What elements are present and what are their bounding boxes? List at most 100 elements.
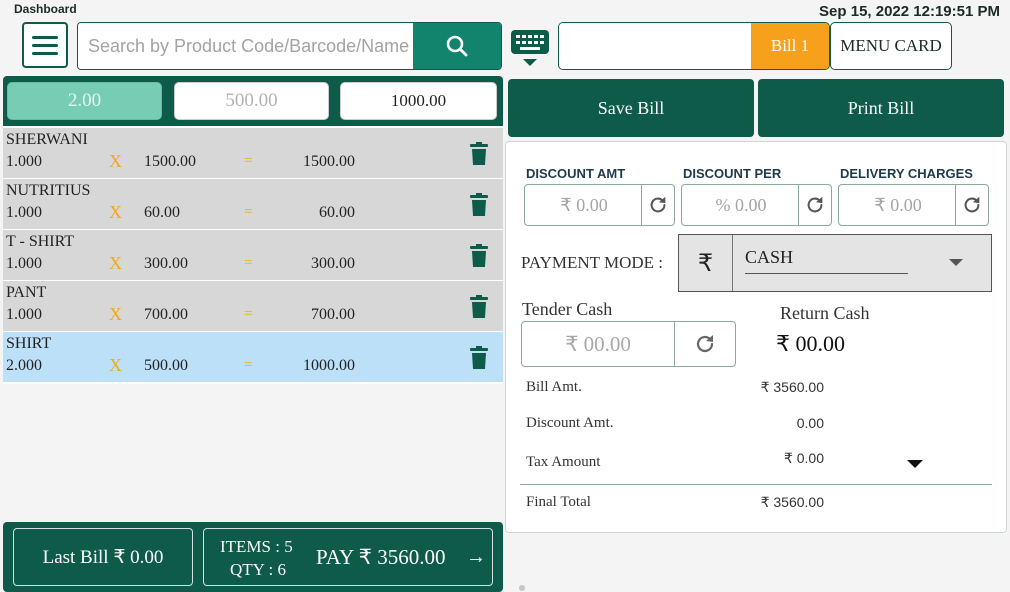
tax-amount-label: Tax Amount — [526, 454, 601, 470]
equals-sign: = — [244, 306, 253, 322]
item-name: NUTRITIUS — [6, 182, 91, 199]
item-name: SHERWANI — [6, 131, 88, 148]
item-price: 1500.00 — [144, 153, 196, 170]
delivery-charges-label: DELIVERY CHARGES — [840, 166, 973, 181]
bill-name-input[interactable] — [559, 23, 751, 69]
items-count: ITEMS : 5 — [220, 537, 293, 556]
item-quantity: 1.000 — [6, 306, 42, 323]
item-price: 300.00 — [144, 255, 188, 272]
tender-cash-label: Tender Cash — [522, 299, 613, 319]
item-quantity: 2.000 — [6, 357, 42, 374]
print-bill-button[interactable]: Print Bill — [758, 79, 1004, 137]
pay-button[interactable]: ITEMS : 5 QTY : 6 PAY ₹ 3560.00 → — [203, 528, 493, 586]
payment-mode-select[interactable]: ₹ CASH — [678, 234, 992, 292]
checkout-bar: Last Bill ₹ 0.00 ITEMS : 5 QTY : 6 PAY ₹… — [3, 522, 503, 592]
search-icon — [446, 35, 468, 57]
delete-item-icon[interactable] — [468, 193, 490, 217]
item-name: SHIRT — [6, 335, 52, 352]
cart-item-row[interactable]: SHERWANI 1.000 X 1500.00 = 1500.00 — [3, 128, 503, 178]
quick-amount-bar: 2.00 500.00 1000.00 — [3, 76, 503, 126]
refresh-button[interactable] — [674, 322, 735, 366]
refresh-button[interactable] — [641, 185, 674, 225]
discount-amt-field[interactable]: ₹ 0.00 — [524, 184, 675, 226]
payment-mode-label: PAYMENT MODE : — [521, 253, 664, 272]
bill-amt-label: Bill Amt. — [526, 379, 582, 395]
quick-amount-button[interactable]: 2.00 — [7, 82, 162, 120]
equals-sign: = — [244, 204, 253, 220]
discount-per-value[interactable]: % 0.00 — [682, 185, 800, 225]
bill-selector: Bill 1 — [558, 22, 830, 70]
refresh-icon — [807, 196, 823, 213]
item-name: PANT — [6, 284, 47, 301]
refresh-icon — [964, 196, 980, 213]
discount-amt-summary-label: Discount Amt. — [526, 415, 614, 431]
refresh-button[interactable] — [955, 185, 988, 225]
discount-per-field[interactable]: % 0.00 — [681, 184, 832, 226]
equals-sign: = — [244, 357, 253, 373]
equals-sign: = — [244, 153, 253, 169]
item-total: 300.00 — [311, 255, 355, 272]
chevron-down-icon[interactable] — [907, 460, 923, 468]
keyboard-icon — [511, 30, 549, 66]
discount-amt-value[interactable]: ₹ 0.00 — [525, 185, 643, 225]
hamburger-icon — [32, 35, 58, 39]
item-name: T - SHIRT — [6, 233, 75, 250]
delete-item-icon[interactable] — [468, 295, 490, 319]
cart-item-row[interactable]: NUTRITIUS 1.000 X 60.00 = 60.00 — [3, 179, 503, 229]
refresh-icon — [696, 335, 714, 353]
delete-item-icon[interactable] — [468, 142, 490, 166]
cart-item-row[interactable]: SHIRT 2.000 X 500.00 = 1000.00 — [3, 332, 503, 382]
multiply-sign: X — [109, 304, 122, 324]
search-bar — [77, 22, 502, 70]
last-bill-button[interactable]: Last Bill ₹ 0.00 — [13, 528, 193, 586]
multiply-sign: X — [109, 151, 122, 171]
cart-item-row[interactable]: T - SHIRT 1.000 X 300.00 = 300.00 — [3, 230, 503, 280]
scroll-indicator — [519, 585, 525, 591]
payment-panel: DISCOUNT AMT DISCOUNT PER DELIVERY CHARG… — [505, 141, 1007, 533]
multiply-sign: X — [109, 202, 122, 222]
quick-amount-button[interactable]: 500.00 — [174, 82, 329, 120]
item-quantity: 1.000 — [6, 255, 42, 272]
item-total: 60.00 — [319, 204, 355, 221]
final-total-value: ₹ 3560.00 — [760, 494, 824, 510]
cart-item-row[interactable]: PANT 1.000 X 700.00 = 700.00 — [3, 281, 503, 331]
tender-cash-field[interactable]: ₹ 00.00 — [521, 321, 736, 367]
qty-count: QTY : 6 — [230, 560, 287, 579]
delivery-charges-field[interactable]: ₹ 0.00 — [838, 184, 989, 226]
equals-sign: = — [244, 255, 253, 271]
save-bill-button[interactable]: Save Bill — [508, 79, 754, 137]
return-cash-label: Return Cash — [780, 303, 870, 323]
discount-amt-summary-value: 0.00 — [796, 415, 824, 431]
item-total: 1000.00 — [303, 357, 355, 374]
return-cash-value: ₹ 00.00 — [776, 331, 845, 356]
search-button[interactable] — [413, 23, 501, 69]
bill-amt-value: ₹ 3560.00 — [760, 379, 824, 395]
item-total: 700.00 — [311, 306, 355, 323]
delete-item-icon[interactable] — [468, 346, 490, 370]
delivery-charges-value[interactable]: ₹ 0.00 — [839, 185, 957, 225]
bill-tab-1[interactable]: Bill 1 — [751, 23, 829, 69]
delete-item-icon[interactable] — [468, 244, 490, 268]
rupee-icon: ₹ — [679, 235, 733, 291]
multiply-sign: X — [109, 253, 122, 273]
hamburger-menu-button[interactable] — [22, 22, 68, 68]
datetime-display: Sep 15, 2022 12:19:51 PM — [819, 3, 1000, 20]
item-price: 700.00 — [144, 306, 188, 323]
menu-card-button[interactable]: MENU CARD — [830, 22, 952, 70]
pay-amount: PAY ₹ 3560.00 — [316, 545, 446, 569]
item-price: 60.00 — [144, 204, 180, 221]
divider — [520, 484, 992, 485]
multiply-sign: X — [109, 355, 122, 375]
quick-amount-button[interactable]: 1000.00 — [340, 82, 497, 120]
tender-cash-value[interactable]: ₹ 00.00 — [522, 322, 674, 366]
refresh-button[interactable] — [798, 185, 831, 225]
refresh-icon — [650, 196, 666, 213]
search-input[interactable] — [78, 23, 414, 69]
keyboard-toggle-button[interactable] — [510, 28, 550, 70]
item-quantity: 1.000 — [6, 204, 42, 221]
page-title: Dashboard — [14, 2, 77, 16]
discount-amt-label: DISCOUNT AMT — [526, 166, 626, 181]
final-total-label: Final Total — [526, 494, 591, 510]
payment-mode-value: CASH — [745, 247, 794, 267]
chevron-down-icon — [949, 259, 963, 266]
